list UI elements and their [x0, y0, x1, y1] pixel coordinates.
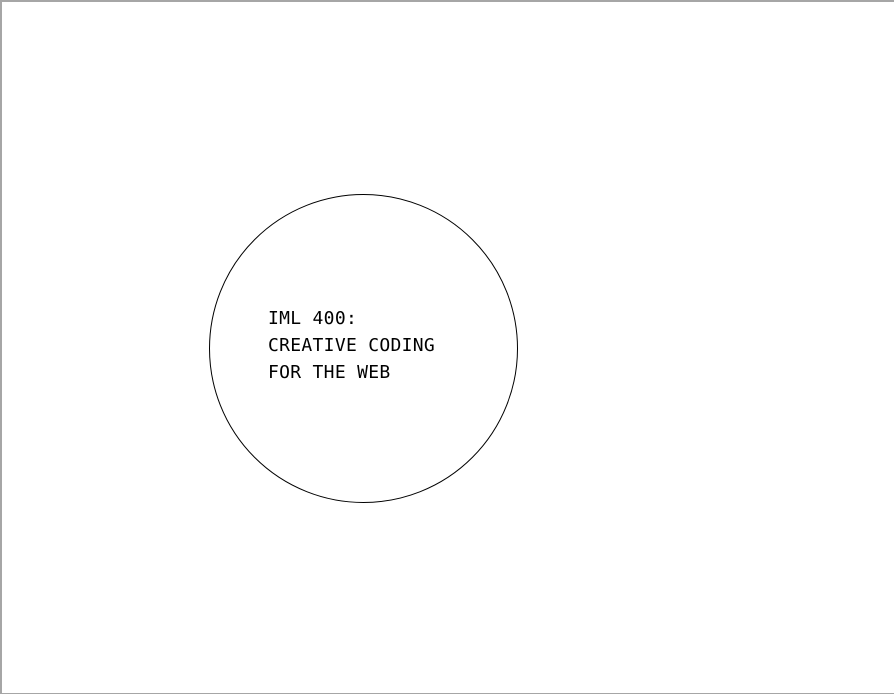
course-title-line-3: FOR THE WEB	[268, 362, 391, 383]
page-canvas: IML 400: CREATIVE CODING FOR THE WEB	[0, 0, 894, 694]
course-title-line-2: CREATIVE CODING	[268, 335, 436, 356]
course-title: IML 400: CREATIVE CODING FOR THE WEB	[268, 305, 435, 386]
course-title-line-1: IML 400:	[268, 308, 358, 329]
